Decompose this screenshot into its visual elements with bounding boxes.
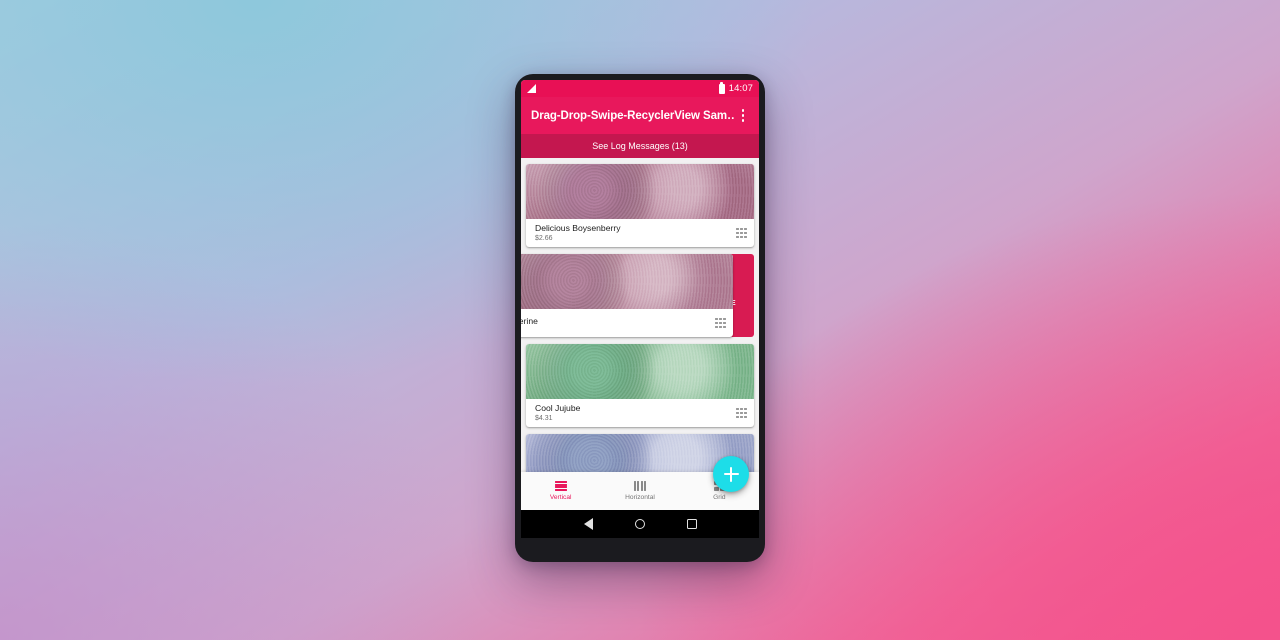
ice-cream-photo — [526, 164, 754, 219]
status-bar: 14:07 — [521, 80, 759, 97]
ice-cream-photo — [521, 254, 733, 309]
item-body: gerine — [521, 309, 733, 337]
tab-grid-label: Grid — [713, 494, 726, 501]
item-price: $4.31 — [535, 415, 553, 423]
recycler-view-list[interactable]: Delicious Boysenberry $2.66 erine Cool J… — [521, 158, 759, 500]
tab-horizontal-label: Horizontal — [625, 494, 655, 501]
plus-icon — [723, 466, 739, 482]
list-vertical-icon — [554, 481, 567, 491]
add-item-fab[interactable] — [713, 456, 749, 492]
item-text: Cool Jujube $4.31 — [535, 402, 736, 423]
item-card[interactable]: Delicious Boysenberry $2.66 — [526, 164, 754, 247]
drag-handle-icon[interactable] — [715, 317, 726, 329]
list-horizontal-icon — [633, 481, 646, 491]
item-card[interactable]: gerine — [521, 254, 733, 337]
back-triangle-icon[interactable] — [583, 518, 593, 530]
recents-square-icon[interactable] — [686, 519, 697, 529]
list-item[interactable]: Cool Jujube $4.31 — [521, 344, 759, 427]
app-bar: Drag-Drop-Swipe-RecyclerView Sam… — [521, 97, 759, 134]
app-bar-title: Drag-Drop-Swipe-RecyclerView Sam… — [531, 109, 735, 122]
item-text: Delicious Boysenberry $2.66 — [535, 222, 736, 243]
drag-handle-icon[interactable] — [736, 407, 747, 419]
tab-vertical[interactable]: Vertical — [521, 481, 600, 501]
status-bar-left — [527, 84, 536, 93]
phone-device-frame: 14:07 Drag-Drop-Swipe-RecyclerView Sam… … — [515, 74, 765, 562]
item-price: $2.66 — [535, 235, 553, 243]
item-title: gerine — [521, 316, 538, 327]
item-body: Cool Jujube $4.31 — [526, 399, 754, 427]
item-text: gerine — [521, 316, 715, 328]
list-item-swiped[interactable]: DELETE gerine — [521, 254, 759, 337]
battery-icon — [718, 81, 725, 94]
overflow-menu-icon[interactable] — [735, 106, 751, 126]
phone-screen: 14:07 Drag-Drop-Swipe-RecyclerView Sam… … — [521, 80, 759, 538]
item-title: Cool Jujube — [535, 402, 581, 413]
item-title: Delicious Boysenberry — [535, 222, 621, 233]
tab-horizontal[interactable]: Horizontal — [600, 481, 679, 501]
list-item[interactable]: Delicious Boysenberry $2.66 — [521, 164, 759, 247]
tab-vertical-label: Vertical — [549, 494, 572, 501]
status-bar-clock: 14:07 — [728, 83, 753, 94]
wallpaper-background: 14:07 Drag-Drop-Swipe-RecyclerView Sam… … — [0, 0, 1280, 640]
see-log-messages-button[interactable]: See Log Messages (13) — [521, 134, 759, 158]
signal-triangle-icon — [527, 84, 536, 93]
ice-cream-photo — [526, 344, 754, 399]
android-navigation-bar — [521, 510, 759, 538]
status-bar-right: 14:07 — [718, 81, 753, 94]
home-circle-icon[interactable] — [634, 519, 645, 529]
item-body: Delicious Boysenberry $2.66 — [526, 219, 754, 247]
drag-handle-icon[interactable] — [736, 227, 747, 239]
item-card[interactable]: Cool Jujube $4.31 — [526, 344, 754, 427]
item-image — [526, 164, 754, 219]
item-image — [526, 344, 754, 399]
item-image — [521, 254, 733, 309]
